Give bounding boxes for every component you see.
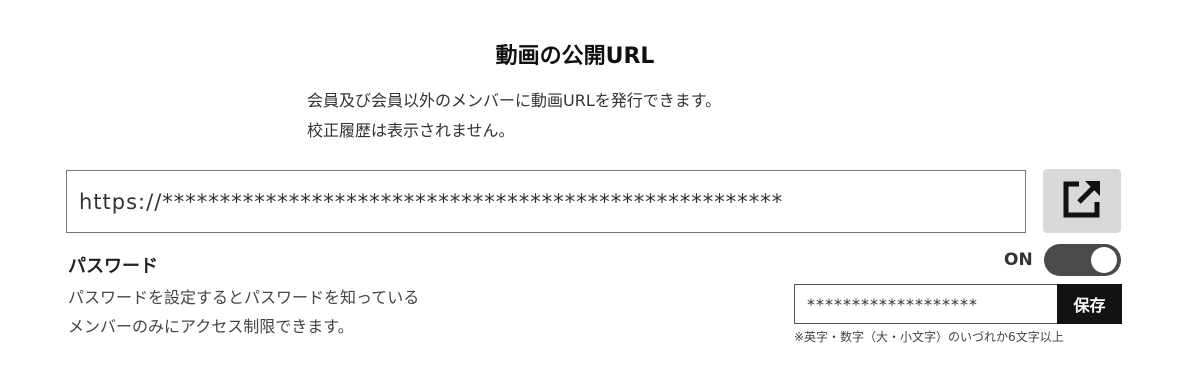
password-input[interactable]: ******************* <box>794 284 1058 324</box>
toggle-knob <box>1091 247 1117 273</box>
password-heading: パスワード <box>68 256 158 277</box>
open-url-button[interactable] <box>1043 169 1121 233</box>
public-url-field[interactable]: https://********************************… <box>66 170 1026 233</box>
password-toggle-label: ON <box>1004 250 1033 270</box>
password-description-line-1: パスワードを設定するとパスワードを知っている <box>68 288 420 307</box>
password-hint: ※英字・数字（大・小文字）のいづれか6文字以上 <box>794 330 1064 344</box>
description-line-1: 会員及び会員以外のメンバーに動画URLを発行できます。 <box>307 91 722 110</box>
password-description: パスワードを設定するとパスワードを知っている メンバーのみにアクセス制限できます… <box>68 283 419 341</box>
description-line-2: 校正履歴は表示されません。 <box>307 121 515 140</box>
save-button[interactable]: 保存 <box>1057 284 1122 324</box>
page-description: 会員及び会員以外のメンバーに動画URLを発行できます。 校正履歴は表示されません… <box>307 86 721 146</box>
external-link-icon <box>1059 176 1105 226</box>
password-description-line-2: メンバーのみにアクセス制限できます。 <box>68 317 354 336</box>
password-toggle[interactable] <box>1044 244 1121 276</box>
page-title: 動画の公開URL <box>495 44 655 69</box>
